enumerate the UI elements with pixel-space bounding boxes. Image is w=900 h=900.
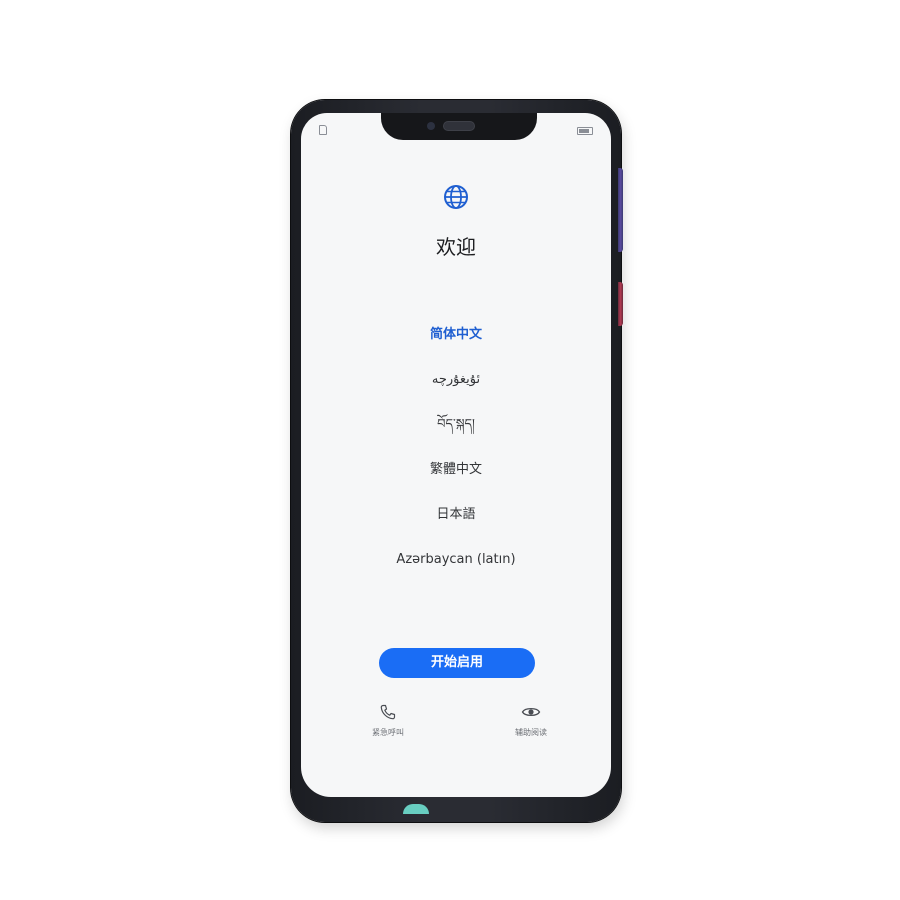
power-button <box>618 282 623 326</box>
phone-screen: 欢迎 简体中文 ئۇيغۇرچە བོད་སྐད། 繁體中文 日本語 Azərb… <box>301 113 611 797</box>
language-list: 简体中文 ئۇيغۇرچە བོད་སྐད། 繁體中文 日本語 Azərbayc… <box>301 322 611 592</box>
language-option-uyghur[interactable]: ئۇيغۇرچە <box>301 367 611 412</box>
language-option-traditional-chinese[interactable]: 繁體中文 <box>301 457 611 502</box>
phone-icon <box>380 704 396 720</box>
globe-icon <box>444 185 468 209</box>
battery-icon <box>577 127 593 135</box>
start-button[interactable]: 开始启用 <box>379 648 535 678</box>
earpiece-speaker <box>443 121 475 131</box>
usb-port-glow <box>403 804 429 814</box>
language-option-japanese[interactable]: 日本語 <box>301 502 611 547</box>
language-option-azerbaijani[interactable]: Azərbaycan (latın) <box>301 547 611 592</box>
accessibility-button[interactable]: 辅助阅读 <box>491 703 571 738</box>
notch <box>381 113 537 140</box>
front-camera <box>427 122 435 130</box>
accessibility-label: 辅助阅读 <box>515 728 547 737</box>
emergency-call-button[interactable]: 紧急呼叫 <box>348 703 428 738</box>
eye-icon <box>521 707 541 717</box>
language-option-tibetan[interactable]: བོད་སྐད། <box>301 412 611 457</box>
phone-device: 欢迎 简体中文 ئۇيغۇرچە བོད་སྐད། 繁體中文 日本語 Azərb… <box>291 100 621 822</box>
language-option-simplified-chinese[interactable]: 简体中文 <box>301 322 611 367</box>
welcome-title: 欢迎 <box>436 235 476 259</box>
emergency-call-label: 紧急呼叫 <box>372 728 404 737</box>
sim-status-icon <box>319 125 327 135</box>
volume-button <box>618 168 623 252</box>
